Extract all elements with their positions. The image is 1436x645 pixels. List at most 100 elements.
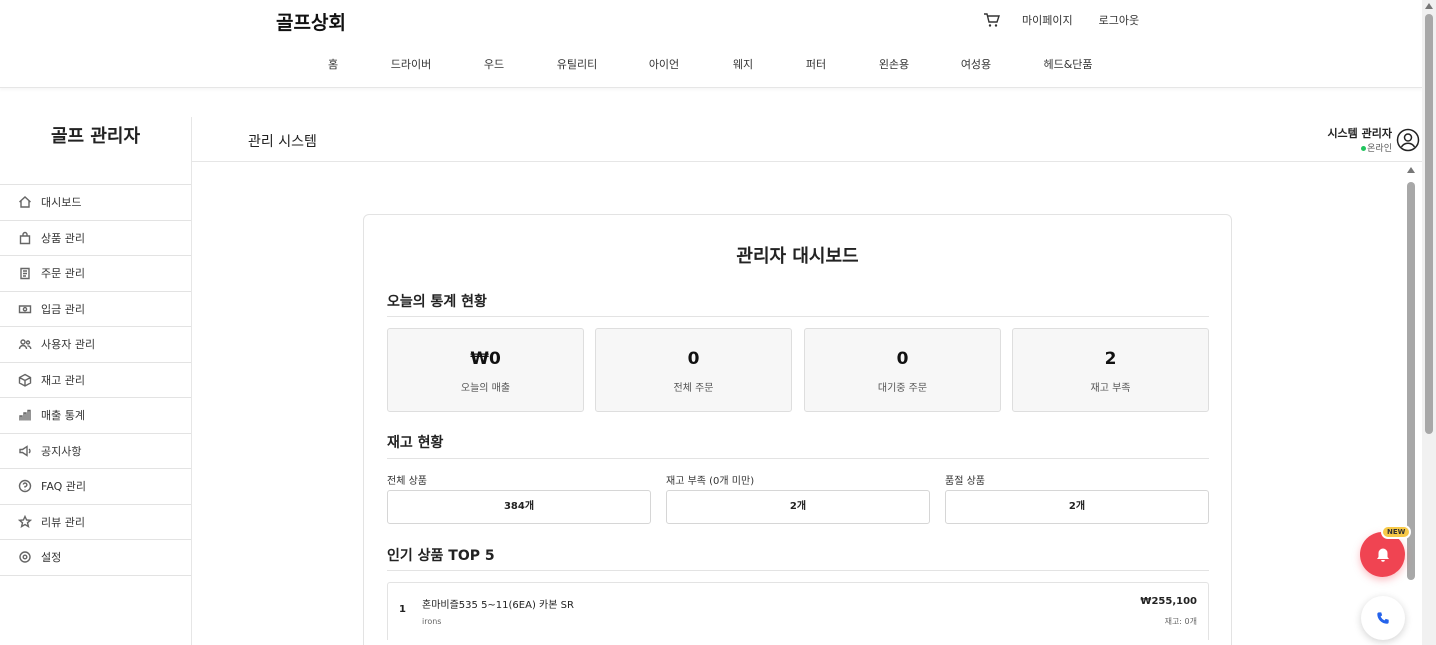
call-button[interactable]	[1361, 596, 1405, 640]
inventory-value-total: 384개	[387, 490, 651, 524]
stat-value: 2	[1104, 349, 1117, 369]
sidebar-item-sales-stats[interactable]: 매출 통계	[0, 398, 191, 434]
stat-card-low-stock: 2 재고 부족	[1012, 328, 1209, 412]
admin-user-name: 시스템 관리자	[1327, 127, 1392, 140]
nav-women[interactable]: 여성용	[961, 56, 991, 72]
inventory-label-total: 전체 상품	[387, 476, 427, 487]
sidebar-item-label: 공지사항	[41, 444, 82, 458]
bag-icon	[19, 231, 31, 244]
megaphone-icon	[19, 444, 31, 457]
admin-status-text: 온라인	[1367, 144, 1392, 154]
user-avatar-icon[interactable]	[1396, 128, 1420, 152]
inventory-heading: 재고 현황	[387, 435, 444, 451]
stat-value: ₩0	[470, 349, 501, 369]
admin-user-menu[interactable]: 시스템 관리자 온라인	[1327, 125, 1420, 154]
stat-label: 재고 부족	[1090, 383, 1131, 394]
section-divider	[387, 458, 1209, 459]
sidebar-menu: 대시보드 상품 관리 주문 관리 입금 관리 사용자 관리 재고 관리 매출 통…	[0, 184, 191, 576]
sidebar-item-label: 설정	[41, 551, 62, 565]
scroll-up-icon[interactable]	[1407, 167, 1415, 173]
users-icon	[18, 339, 32, 350]
nav-wood[interactable]: 우드	[484, 56, 504, 72]
sidebar-item-faq[interactable]: FAQ 관리	[0, 469, 191, 505]
sidebar-item-label: FAQ 관리	[41, 480, 87, 494]
sidebar-item-users[interactable]: 사용자 관리	[0, 327, 191, 363]
inventory-value-low: 2개	[666, 490, 930, 524]
nav-iron[interactable]: 아이언	[649, 56, 679, 72]
product-price: ₩255,100	[1140, 596, 1197, 607]
nav-lefty[interactable]: 왼손용	[879, 56, 909, 72]
sidebar-title: 골프 관리자	[50, 126, 141, 147]
stat-label: 대기중 주문	[877, 383, 928, 394]
bar-chart-icon	[19, 410, 31, 421]
scroll-up-icon[interactable]	[1425, 3, 1433, 9]
dashboard-title: 관리자 대시보드	[736, 246, 859, 267]
sidebar-item-label: 주문 관리	[41, 267, 85, 281]
nav-putter[interactable]: 퍼터	[806, 56, 826, 72]
nav-head-parts[interactable]: 헤드&단품	[1043, 56, 1092, 72]
sidebar-item-reviews[interactable]: 리뷰 관리	[0, 505, 191, 540]
section-divider	[387, 316, 1209, 317]
sidebar-item-dashboard[interactable]: 대시보드	[0, 185, 191, 221]
site-header: 골프상회 마이페이지 로그아웃 홈 드라이버 우드 유틸리티 아이언 웨지 퍼터…	[0, 0, 1422, 88]
mypage-link[interactable]: 마이페이지	[1022, 12, 1073, 28]
list-item[interactable]: 1 혼마비즐535 5~11(6EA) 카본 SR irons ₩255,100…	[387, 582, 1209, 640]
section-divider	[387, 570, 1209, 571]
site-logo[interactable]: 골프상회	[276, 8, 346, 35]
settings-icon	[19, 551, 31, 563]
cart-icon[interactable]	[982, 10, 1002, 30]
scrollbar-thumb[interactable]	[1425, 14, 1433, 434]
sidebar-item-label: 대시보드	[41, 196, 82, 210]
product-rank: 1	[399, 604, 406, 615]
dashboard-card: 관리자 대시보드 오늘의 통계 현황 ₩0 오늘의 매출 0 전체 주문 0 대…	[363, 214, 1232, 645]
product-name: 혼마비즐535 5~11(6EA) 카본 SR	[422, 600, 574, 611]
sidebar-item-label: 재고 관리	[41, 373, 85, 387]
stat-label: 전체 주문	[673, 383, 714, 394]
page-scrollbar[interactable]	[1422, 0, 1436, 645]
sidebar-item-settings[interactable]: 설정	[0, 540, 191, 576]
box-icon	[18, 373, 32, 387]
nav-utility[interactable]: 유틸리티	[557, 56, 597, 72]
help-icon	[18, 480, 32, 493]
sidebar-item-label: 매출 통계	[41, 409, 85, 423]
today-stats-heading: 오늘의 통계 현황	[387, 294, 487, 310]
stat-card-sales: ₩0 오늘의 매출	[387, 328, 584, 412]
admin-user-status: 온라인	[1327, 141, 1392, 154]
sidebar-item-inventory[interactable]: 재고 관리	[0, 363, 191, 398]
stat-value: 0	[687, 349, 700, 369]
phone-icon	[1377, 612, 1389, 624]
admin-header-title: 관리 시스템	[248, 134, 317, 150]
top-products-heading: 인기 상품 TOP 5	[387, 548, 495, 564]
stat-card-pending: 0 대기중 주문	[804, 328, 1001, 412]
star-icon	[18, 514, 32, 528]
stat-label: 오늘의 매출	[460, 383, 511, 394]
nav-home[interactable]: 홈	[328, 56, 338, 72]
sidebar-item-notices[interactable]: 공지사항	[0, 434, 191, 469]
bell-icon	[1376, 548, 1389, 562]
product-stock: 재고: 0개	[1164, 617, 1197, 626]
online-dot-icon	[1361, 146, 1367, 151]
content-scrollbar[interactable]	[1404, 162, 1418, 645]
sidebar-item-products[interactable]: 상품 관리	[0, 221, 191, 256]
scrollbar-thumb[interactable]	[1407, 182, 1415, 580]
stat-card-orders: 0 전체 주문	[595, 328, 792, 412]
sidebar-item-label: 입금 관리	[41, 302, 85, 316]
inventory-label-low: 재고 부족 (0개 미만)	[666, 476, 755, 487]
nav-wedge[interactable]: 웨지	[733, 56, 753, 72]
home-icon	[19, 196, 31, 208]
product-category: irons	[422, 617, 442, 626]
sidebar-item-label: 사용자 관리	[41, 338, 96, 352]
admin-sidebar: 골프 관리자 대시보드 상품 관리 주문 관리 입금 관리 사용자 관리 재고 …	[0, 117, 192, 645]
logout-link[interactable]: 로그아웃	[1099, 12, 1139, 28]
header-actions: 마이페이지 로그아웃	[982, 10, 1165, 30]
stat-value: 0	[896, 349, 909, 369]
admin-header: 관리 시스템 시스템 관리자 온라인	[192, 117, 1422, 162]
money-icon	[18, 305, 32, 313]
inventory-value-soldout: 2개	[945, 490, 1209, 524]
sidebar-item-label: 상품 관리	[41, 231, 85, 245]
sidebar-item-deposits[interactable]: 입금 관리	[0, 292, 191, 327]
notification-button[interactable]	[1360, 532, 1405, 577]
sidebar-item-orders[interactable]: 주문 관리	[0, 256, 191, 292]
clipboard-icon	[20, 268, 30, 280]
nav-driver[interactable]: 드라이버	[391, 56, 431, 72]
